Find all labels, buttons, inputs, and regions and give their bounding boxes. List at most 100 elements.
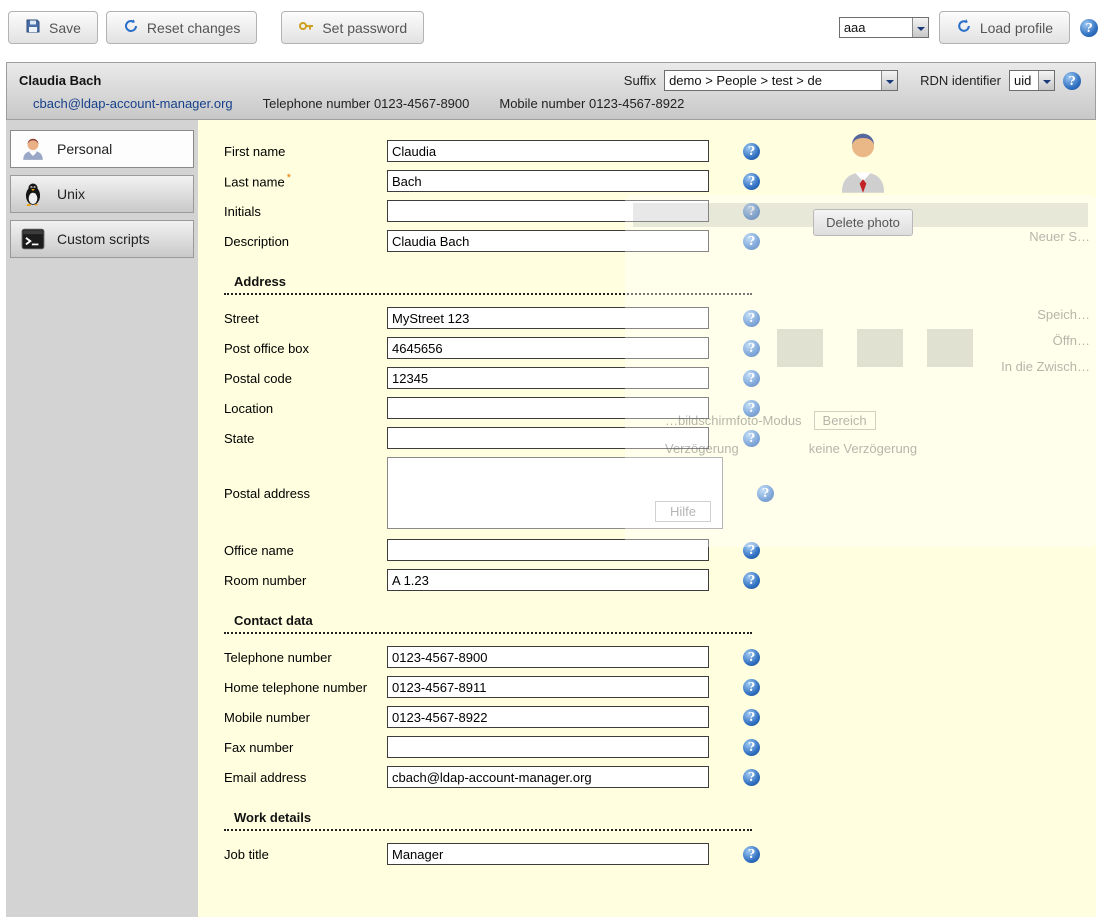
input-job-title[interactable] [387,843,709,865]
field-label-postal-address: Postal address [224,486,387,501]
field-label-description: Description [224,234,387,249]
form-row-state: State? [224,427,1096,449]
input-office-name[interactable] [387,539,709,561]
rdn-identifier-label: RDN identifier [920,73,1001,88]
field-label-mobile-number: Mobile number [224,710,387,725]
toolbar-right: aaa Load profile ? [839,11,1098,44]
help-icon[interactable]: ? [743,709,760,726]
terminal-icon [19,225,47,253]
input-fax-number[interactable] [387,736,709,758]
help-icon[interactable]: ? [743,340,760,357]
photo-block: Delete photo [802,130,924,236]
reset-changes-button[interactable]: Reset changes [106,11,257,44]
field-label-postal-code: Postal code [224,371,387,386]
form-row-postal-code: Postal code? [224,367,1096,389]
help-icon[interactable]: ? [757,485,774,502]
save-icon [25,18,41,37]
help-icon[interactable]: ? [743,370,760,387]
user-photo [839,130,887,197]
form-row-street: Street? [224,307,1096,329]
form-row-first-name: First name? [224,140,1096,162]
suffix-select[interactable]: demo > People > test > de [664,70,898,91]
content: Neuer S… Speich… Öffn… In die Zwisch… …b… [6,120,1096,917]
form-row-location: Location? [224,397,1096,419]
form-row-office-name: Office name? [224,539,1096,561]
help-icon[interactable]: ? [743,649,760,666]
input-initials[interactable] [387,200,709,222]
help-icon[interactable]: ? [743,203,760,220]
tab-label: Unix [57,186,85,202]
key-icon [298,18,314,37]
help-icon[interactable]: ? [743,846,760,863]
help-icon[interactable]: ? [743,739,760,756]
tab-unix[interactable]: Unix [10,175,194,213]
form-row-post-office-box: Post office box? [224,337,1096,359]
help-icon[interactable]: ? [743,173,760,190]
help-icon[interactable]: ? [743,310,760,327]
header-mobile: Mobile number 0123-4567-8922 [499,96,684,111]
main-panel: Delete photo First name?Last name*?Initi… [198,120,1096,917]
input-first-name[interactable] [387,140,709,162]
field-label-initials: Initials [224,204,387,219]
field-label-fax-number: Fax number [224,740,387,755]
reset-changes-label: Reset changes [147,20,240,36]
rdn-identifier-select[interactable]: uid [1009,70,1055,91]
input-room-number[interactable] [387,569,709,591]
field-label-location: Location [224,401,387,416]
page-title: Claudia Bach [19,73,101,88]
profile-select-value: aaa [840,20,912,35]
help-icon[interactable]: ? [1063,72,1081,90]
tab-personal[interactable]: Personal [10,130,194,168]
field-label-post-office-box: Post office box [224,341,387,356]
help-icon[interactable]: ? [743,572,760,589]
input-email-address[interactable] [387,766,709,788]
input-telephone-number[interactable] [387,646,709,668]
help-icon[interactable]: ? [1080,19,1098,37]
field-label-telephone-number: Telephone number [224,650,387,665]
form-row-initials: Initials? [224,200,1096,222]
load-profile-button[interactable]: Load profile [939,11,1070,44]
input-mobile-number[interactable] [387,706,709,728]
help-icon[interactable]: ? [743,143,760,160]
tab-label: Custom scripts [57,231,150,247]
form-row-postal-address: Postal address? [224,457,1096,529]
form-row-email-address: Email address? [224,766,1096,788]
help-icon[interactable]: ? [743,400,760,417]
section-header-work-details: Work details [224,810,752,831]
email-link[interactable]: cbach@ldap-account-manager.org [33,96,233,111]
input-home-telephone-number[interactable] [387,676,709,698]
help-icon[interactable]: ? [743,679,760,696]
form-row-telephone-number: Telephone number? [224,646,1096,668]
save-button[interactable]: Save [8,11,98,44]
input-postal-code[interactable] [387,367,709,389]
account-header: Claudia Bach Suffix demo > People > test… [6,62,1096,120]
field-label-first-name: First name [224,144,387,159]
input-description[interactable] [387,230,709,252]
header-telephone: Telephone number 0123-4567-8900 [263,96,470,111]
input-post-office-box[interactable] [387,337,709,359]
chevron-down-icon [881,71,897,90]
input-state[interactable] [387,427,709,449]
suffix-select-value: demo > People > test > de [665,73,881,88]
input-location[interactable] [387,397,709,419]
form-row-description: Description? [224,230,1096,252]
input-last-name[interactable] [387,170,709,192]
tab-custom-scripts[interactable]: Custom scripts [10,220,194,258]
form-row-mobile-number: Mobile number? [224,706,1096,728]
delete-photo-button[interactable]: Delete photo [813,209,913,236]
help-icon[interactable]: ? [743,233,760,250]
tab-label: Personal [57,141,112,157]
set-password-label: Set password [322,20,407,36]
textarea-postal-address[interactable] [387,457,723,529]
form-row-home-telephone-number: Home telephone number? [224,676,1096,698]
required-marker: * [287,172,291,184]
input-street[interactable] [387,307,709,329]
tux-icon [19,180,47,208]
load-profile-label: Load profile [980,20,1053,36]
help-icon[interactable]: ? [743,542,760,559]
help-icon[interactable]: ? [743,430,760,447]
help-icon[interactable]: ? [743,769,760,786]
profile-select[interactable]: aaa [839,17,929,38]
set-password-button[interactable]: Set password [281,11,424,44]
section-header-contact-data: Contact data [224,613,752,634]
